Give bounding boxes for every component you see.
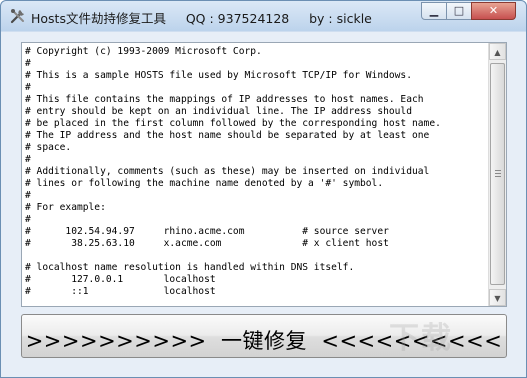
watermark-logo: 下载 [389,321,453,356]
minimize-button[interactable]: ▁ [421,2,447,20]
grip-line [495,173,501,174]
scroll-down-icon[interactable]: ▼ [489,289,506,306]
close-icon: ✕ [488,4,499,17]
scroll-thumb[interactable] [490,63,505,285]
window-title: Hosts文件劫持修复工具 QQ : 937524128 by : sickle [31,11,372,26]
app-window: Hosts文件劫持修复工具 QQ : 937524128 by : sickle… [0,0,527,378]
maximize-button[interactable]: □ [446,2,472,20]
close-button[interactable]: ✕ [471,2,516,20]
tools-icon [10,9,24,24]
vertical-scrollbar[interactable]: ▲ ▼ [488,43,506,306]
maximize-icon: □ [453,4,465,17]
minimize-icon: ▁ [429,4,439,17]
scroll-up-icon[interactable]: ▲ [489,43,506,60]
grip-line [495,176,501,177]
hosts-file-content[interactable]: # Copyright (c) 1993-2009 Microsoft Corp… [25,46,485,298]
grip-line [495,170,501,171]
hosts-textarea[interactable]: # Copyright (c) 1993-2009 Microsoft Corp… [21,42,507,307]
title-bar[interactable]: Hosts文件劫持修复工具 QQ : 937524128 by : sickle… [1,1,526,31]
